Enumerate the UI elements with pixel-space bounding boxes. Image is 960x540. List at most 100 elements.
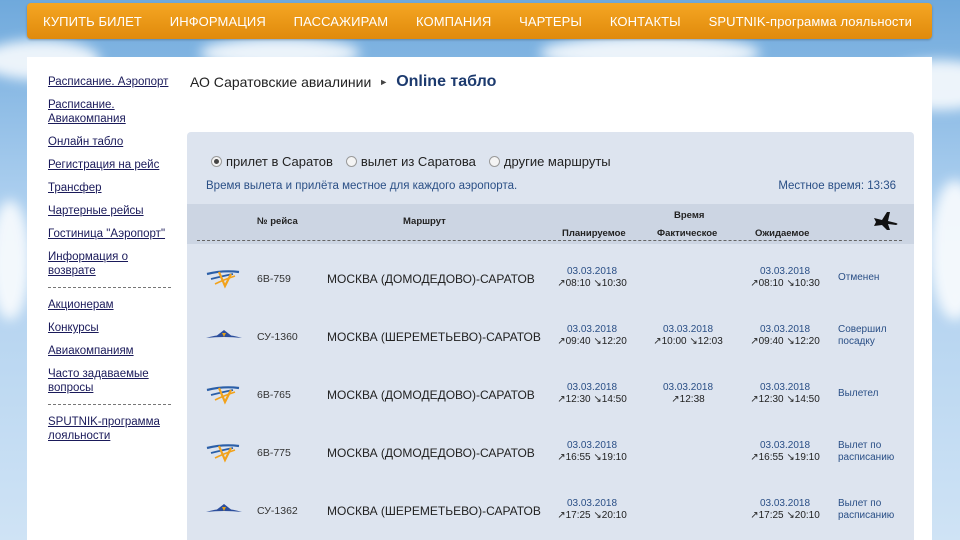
- header-flight: № рейса: [257, 216, 298, 227]
- radio-departures[interactable]: вылет из Саратова: [345, 154, 476, 169]
- table-header: № рейса Маршрут Время Планируемое Фактич…: [187, 204, 914, 244]
- planned-time: 03.03.2018 ↗08:10 ↘10:30: [549, 266, 635, 290]
- sidebar-item-faq[interactable]: Часто задаваемые вопросы: [48, 367, 173, 395]
- sidebar-item-refund-info[interactable]: Информация о возврате: [48, 250, 173, 278]
- expected-time: 03.03.2018 ↗17:25 ↘20:10: [742, 498, 828, 522]
- expected-time: 03.03.2018 ↗16:55 ↘19:10: [742, 440, 828, 464]
- sidebar-item-airport-schedule[interactable]: Расписание. Аэропорт: [48, 75, 173, 89]
- sidebar-item-charter-flights[interactable]: Чартерные рейсы: [48, 204, 173, 218]
- radio-button-checked[interactable]: [211, 156, 222, 167]
- radio-other-routes[interactable]: другие маршруты: [488, 154, 611, 169]
- nav-loyalty[interactable]: SPUTNIK-программа лояльности: [709, 14, 912, 29]
- planned-times: ↗16:55 ↘19:10: [557, 452, 627, 463]
- radio-label: прилет в Саратов: [226, 154, 333, 169]
- nav-buy-ticket[interactable]: КУПИТЬ БИЛЕТ: [43, 14, 142, 29]
- planned-times: ↗09:40 ↘12:20: [557, 336, 627, 347]
- planned-times: ↗17:25 ↘20:10: [557, 510, 627, 521]
- flight-board: прилет в Саратов вылет из Саратова други…: [187, 132, 914, 540]
- expected-date: 03.03.2018: [759, 324, 811, 335]
- planned-time: 03.03.2018 ↗12:30 ↘14:50: [549, 382, 635, 406]
- sidebar: Расписание. Аэропорт Расписание. Авиаком…: [48, 75, 173, 452]
- flight-number: 6В-765: [257, 389, 291, 401]
- planned-time: 03.03.2018 ↗17:25 ↘20:10: [549, 498, 635, 522]
- expected-times: ↗09:40 ↘12:20: [750, 336, 820, 347]
- flight-route: МОСКВА (ШЕРЕМЕТЬЕВО)-САРАТОВ: [327, 504, 541, 518]
- saratov-airlines-logo: [205, 266, 243, 292]
- planned-date: 03.03.2018: [566, 324, 618, 335]
- expected-date: 03.03.2018: [759, 266, 811, 277]
- radio-label: другие маршруты: [503, 154, 611, 169]
- sidebar-item-contests[interactable]: Конкурсы: [48, 321, 173, 335]
- sidebar-item-shareholders[interactable]: Акционерам: [48, 298, 173, 312]
- actual-times: ↗10:00 ↘12:03: [653, 336, 723, 347]
- nav-information[interactable]: ИНФОРМАЦИЯ: [170, 14, 266, 29]
- planned-date: 03.03.2018: [566, 498, 618, 509]
- sidebar-item-loyalty[interactable]: SPUTNIK-программа лояльности: [48, 415, 173, 443]
- breadcrumb-org[interactable]: АО Саратовские авиалинии: [190, 74, 371, 90]
- breadcrumb: АО Саратовские авиалинии ► Online табло: [190, 73, 496, 91]
- expected-time: 03.03.2018 ↗08:10 ↘10:30: [742, 266, 828, 290]
- expected-date: 03.03.2018: [759, 440, 811, 451]
- nav-company[interactable]: КОМПАНИЯ: [416, 14, 491, 29]
- flight-number: 6В-759: [257, 273, 291, 285]
- flight-status: Вылет по расписанию: [838, 498, 895, 521]
- sidebar-item-transfer[interactable]: Трансфер: [48, 181, 173, 195]
- header-divider: [197, 240, 902, 241]
- planned-time: 03.03.2018 ↗16:55 ↘19:10: [549, 440, 635, 464]
- sidebar-divider: [48, 404, 171, 405]
- local-time: Местное время: 13:36: [778, 180, 896, 192]
- sky-cloud: [930, 180, 960, 320]
- expected-times: ↗12:30 ↘14:50: [750, 394, 820, 405]
- flight-status: Вылетел: [838, 388, 879, 399]
- nav-passengers[interactable]: ПАССАЖИРАМ: [294, 14, 389, 29]
- actual-date: 03.03.2018: [662, 382, 714, 393]
- flight-status: Совершил посадку: [838, 324, 887, 347]
- flight-status: Вылет по расписанию: [838, 440, 895, 463]
- table-row: 6В-759 МОСКВА (ДОМОДЕДОВО)-САРАТОВ 03.03.2…: [187, 251, 914, 309]
- expected-times: ↗17:25 ↘20:10: [750, 510, 820, 521]
- sidebar-divider: [48, 287, 171, 288]
- flight-number: 6В-775: [257, 447, 291, 459]
- actual-date: 03.03.2018: [662, 324, 714, 335]
- flight-status: Отменен: [838, 272, 880, 283]
- expected-date: 03.03.2018: [759, 498, 811, 509]
- nav-contacts[interactable]: КОНТАКТЫ: [610, 14, 681, 29]
- flight-route: МОСКВА (ДОМОДЕДОВО)-САРАТОВ: [327, 388, 535, 402]
- direction-filter: прилет в Саратов вылет из Саратова други…: [211, 154, 624, 169]
- table-row: 6В-775 МОСКВА (ДОМОДЕДОВО)-САРАТОВ 03.03.2…: [187, 425, 914, 483]
- radio-button[interactable]: [488, 156, 500, 167]
- sidebar-item-airlines[interactable]: Авиакомпаниям: [48, 344, 173, 358]
- breadcrumb-arrow-icon: ►: [379, 77, 389, 87]
- radio-arrivals[interactable]: прилет в Саратов: [211, 154, 333, 169]
- aeroflot-logo: [205, 324, 243, 350]
- actual-time: 03.03.2018 ↗10:00 ↘12:03: [645, 324, 731, 348]
- radio-button[interactable]: [345, 156, 357, 167]
- flight-route: МОСКВА (ШЕРЕМЕТЬЕВО)-САРАТОВ: [327, 330, 541, 344]
- sidebar-item-hotel[interactable]: Гостиница "Аэропорт": [48, 227, 173, 241]
- expected-date: 03.03.2018: [759, 382, 811, 393]
- actual-times: ↗12:38: [671, 394, 705, 405]
- actual-time: 03.03.2018 ↗12:38: [645, 382, 731, 406]
- expected-time: 03.03.2018 ↗09:40 ↘12:20: [742, 324, 828, 348]
- planned-date: 03.03.2018: [566, 440, 618, 451]
- content-page: Расписание. Аэропорт Расписание. Авиаком…: [27, 57, 932, 540]
- flight-number: СУ-1360: [257, 331, 298, 343]
- flight-route: МОСКВА (ДОМОДЕДОВО)-САРАТОВ: [327, 272, 535, 286]
- sidebar-item-online-board[interactable]: Онлайн табло: [48, 135, 173, 149]
- planned-times: ↗12:30 ↘14:50: [557, 394, 627, 405]
- planned-date: 03.03.2018: [566, 266, 618, 277]
- expected-times: ↗08:10 ↘10:30: [750, 278, 820, 289]
- sidebar-item-checkin[interactable]: Регистрация на рейс: [48, 158, 173, 172]
- sidebar-item-airline-schedule[interactable]: Расписание. Авиакомпания: [48, 98, 173, 126]
- saratov-airlines-logo: [205, 440, 243, 466]
- sky-cloud: [0, 200, 30, 320]
- expected-time: 03.03.2018 ↗12:30 ↘14:50: [742, 382, 828, 406]
- header-expected: Ожидаемое: [755, 228, 810, 239]
- top-navigation: КУПИТЬ БИЛЕТ ИНФОРМАЦИЯ ПАССАЖИРАМ КОМПА…: [27, 3, 932, 39]
- nav-charters[interactable]: ЧАРТЕРЫ: [519, 14, 582, 29]
- planned-times: ↗08:10 ↘10:30: [557, 278, 627, 289]
- planned-date: 03.03.2018: [566, 382, 618, 393]
- table-row: СУ-1360 МОСКВА (ШЕРЕМЕТЬЕВО)-САРАТОВ 03.03…: [187, 309, 914, 367]
- header-planned: Планируемое: [562, 228, 626, 239]
- aeroflot-logo: [205, 498, 243, 524]
